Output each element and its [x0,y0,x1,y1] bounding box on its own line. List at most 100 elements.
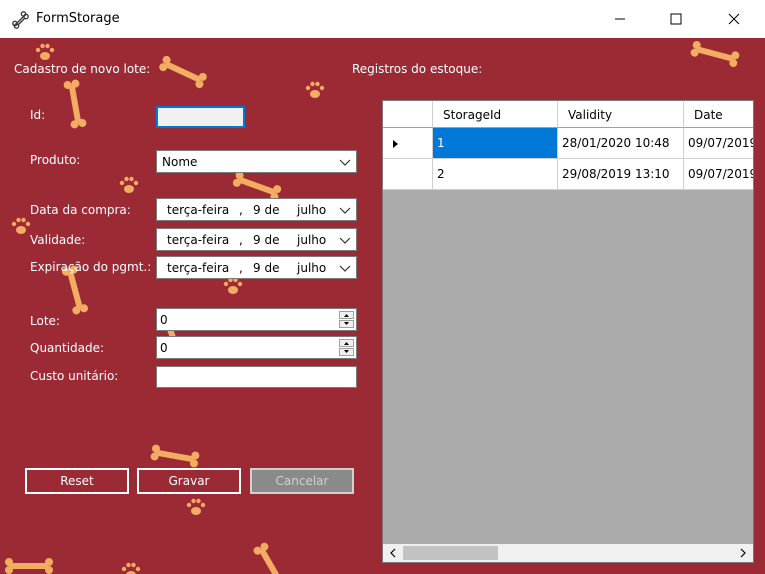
custo-label: Custo unitário: [30,369,119,383]
table-cell[interactable]: 28/01/2020 10:48 [558,128,684,159]
arrow-up-icon [344,342,349,345]
close-button[interactable] [711,0,757,38]
table-cell[interactable]: 09/07/2019 [684,159,754,190]
table-cell[interactable]: 09/07/2019 [684,128,754,159]
data-compra-picker[interactable]: terça-feira , 9 de julho [156,198,357,221]
paw-icon [119,176,139,193]
reset-button[interactable]: Reset [25,468,129,494]
spin-up-button[interactable] [339,311,354,319]
lote-label: Lote: [30,314,60,328]
table-cell[interactable]: 2 [433,159,558,190]
produto-value: Nome [162,155,198,169]
bone-icon [159,55,207,89]
weekday-text: terça-feira [167,233,230,247]
chevron-down-icon [339,265,351,272]
spin-down-button[interactable] [339,348,354,356]
minimize-icon [615,18,625,20]
weekday-text: terça-feira [167,203,230,217]
column-header-date[interactable]: Date [684,101,753,128]
form-client-area: Cadastro de novo lote: Id: Produto: Nome… [0,38,765,574]
column-header-storageid[interactable]: StorageId [433,101,558,128]
chevron-down-icon [339,159,351,166]
paw-icon [223,277,243,294]
cell-text: 2 [437,167,445,181]
id-field[interactable] [156,106,245,128]
arrow-up-icon [344,314,349,317]
month-text: julho [297,261,327,275]
column-header-label: StorageId [443,108,502,122]
quantidade-spin-buttons[interactable] [339,339,354,356]
cell-text: 28/01/2020 10:48 [562,136,670,150]
chevron-down-icon [339,207,351,214]
minimize-button[interactable] [597,0,643,38]
data-compra-label: Data da compra: [30,203,131,217]
separator-text: , [239,203,243,217]
paw-icon [305,81,325,98]
paw-icon [35,43,55,60]
produto-label: Produto: [30,153,81,167]
scrollbar-thumb[interactable] [403,546,498,560]
row-header[interactable] [383,159,433,190]
spin-up-button[interactable] [339,339,354,347]
paw-icon [186,498,206,515]
chevron-down-icon [339,237,351,244]
title-bar: FormStorage [0,0,765,39]
cell-text: 29/08/2019 13:10 [562,167,670,181]
lote-value: 0 [160,313,168,327]
gravar-button[interactable]: Gravar [137,468,241,494]
maximize-icon [670,13,682,25]
grid-section-title: Registros do estoque: [352,62,483,76]
column-header-label: Validity [568,108,613,122]
custo-field[interactable] [156,366,357,388]
bone-icon [5,558,53,574]
column-header-label: Date [694,108,723,122]
window-title: FormStorage [36,11,120,26]
bone-icon [690,40,740,68]
lote-spin-buttons[interactable] [339,311,354,328]
current-row-arrow-icon [393,140,398,148]
day-text: 9 de [253,233,280,247]
column-header-validity[interactable]: Validity [558,101,684,128]
arrow-down-icon [344,350,349,353]
separator-text: , [239,261,243,275]
arrow-down-icon [344,322,349,325]
separator-text: , [239,233,243,247]
quantidade-value: 0 [160,341,168,355]
bone-icon [63,79,87,129]
paw-icon [121,562,141,574]
validade-picker[interactable]: terça-feira , 9 de julho [156,228,357,251]
grid-corner-header [383,101,433,128]
bone-icon [253,542,282,574]
horizontal-scrollbar[interactable] [383,544,753,562]
close-icon [728,13,740,25]
day-text: 9 de [253,261,280,275]
cell-text: 09/07/2019 [688,136,754,150]
month-text: julho [297,203,327,217]
scroll-left-icon[interactable] [386,544,400,562]
quantidade-label: Quantidade: [30,341,105,355]
id-label: Id: [30,108,46,122]
validade-label: Validade: [30,233,86,247]
bone-icon [12,11,29,29]
row-header[interactable] [383,128,433,159]
expiracao-label: Expiração do pgmt.: [30,260,152,274]
produto-select[interactable]: Nome [156,150,357,173]
bone-icon [150,444,200,468]
cell-text: 09/07/2019 [688,167,754,181]
quantidade-stepper[interactable]: 0 [156,336,357,359]
cancelar-button[interactable]: Cancelar [250,468,354,494]
spin-down-button[interactable] [339,320,354,328]
day-text: 9 de [253,203,280,217]
table-cell[interactable]: 29/08/2019 13:10 [558,159,684,190]
storage-grid[interactable]: StorageId Validity Date 1 28/01/2020 10:… [382,100,754,563]
form-section-title: Cadastro de novo lote: [14,62,151,76]
month-text: julho [297,233,327,247]
weekday-text: terça-feira [167,261,230,275]
paw-icon [11,217,31,234]
maximize-button[interactable] [653,0,699,38]
expiracao-picker[interactable]: terça-feira , 9 de julho [156,256,357,279]
lote-stepper[interactable]: 0 [156,308,357,331]
cell-text: 1 [437,136,445,150]
table-cell[interactable]: 1 [433,128,558,159]
scroll-right-icon[interactable] [736,544,750,562]
